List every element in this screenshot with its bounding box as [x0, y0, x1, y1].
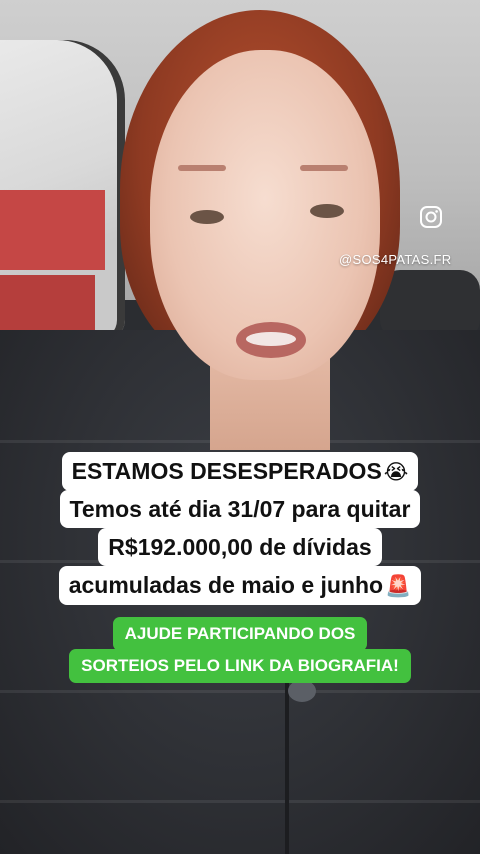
caption-line-1: ESTAMOS DESESPERADOS😭 — [0, 452, 480, 491]
instagram-handle: @SOS4PATAS.FR — [339, 252, 452, 267]
caption-chip: Temos até dia 31/07 para quitar — [59, 490, 421, 528]
car-window — [0, 40, 125, 340]
left-eyebrow — [178, 165, 226, 171]
right-eye — [310, 204, 344, 218]
caption-line-3: R$192.000,00 de dívidas — [0, 528, 480, 566]
jacket-quilt-line — [0, 800, 480, 803]
cta-chip: SORTEIOS PELO LINK DA BIOGRAFIA! — [69, 649, 411, 683]
jacket-snap-button — [288, 680, 316, 702]
right-eyebrow — [300, 165, 348, 171]
caption-chip: ESTAMOS DESESPERADOS😭 — [61, 452, 419, 491]
cta-line-1: AJUDE PARTICIPANDO DOS — [0, 617, 480, 651]
crying-emoji: 😭 — [383, 460, 409, 484]
caption-text: R$192.000,00 de dívidas — [108, 534, 372, 560]
caption-text: acumuladas de maio e junho — [68, 572, 384, 598]
caption-line-4: acumuladas de maio e junho🚨 — [0, 566, 480, 605]
cta-line-2: SORTEIOS PELO LINK DA BIOGRAFIA! — [0, 649, 480, 683]
window-building-red — [0, 190, 105, 270]
caption-chip: R$192.000,00 de dívidas — [98, 528, 382, 566]
instagram-icon — [420, 206, 442, 228]
video-frame — [0, 0, 480, 854]
caption-text: Temos até dia 31/07 para quitar — [69, 496, 411, 522]
caption-chip: acumuladas de maio e junho🚨 — [58, 566, 422, 605]
cta-chip: AJUDE PARTICIPANDO DOS — [112, 617, 368, 651]
caption-text: ESTAMOS DESESPERADOS — [71, 458, 382, 484]
siren-emoji: 🚨 — [385, 574, 412, 598]
caption-line-2: Temos até dia 31/07 para quitar — [0, 490, 480, 528]
left-eye — [190, 210, 224, 224]
jacket-quilt-line — [0, 690, 480, 693]
jacket-zipper — [285, 680, 289, 854]
person-teeth — [246, 332, 296, 346]
